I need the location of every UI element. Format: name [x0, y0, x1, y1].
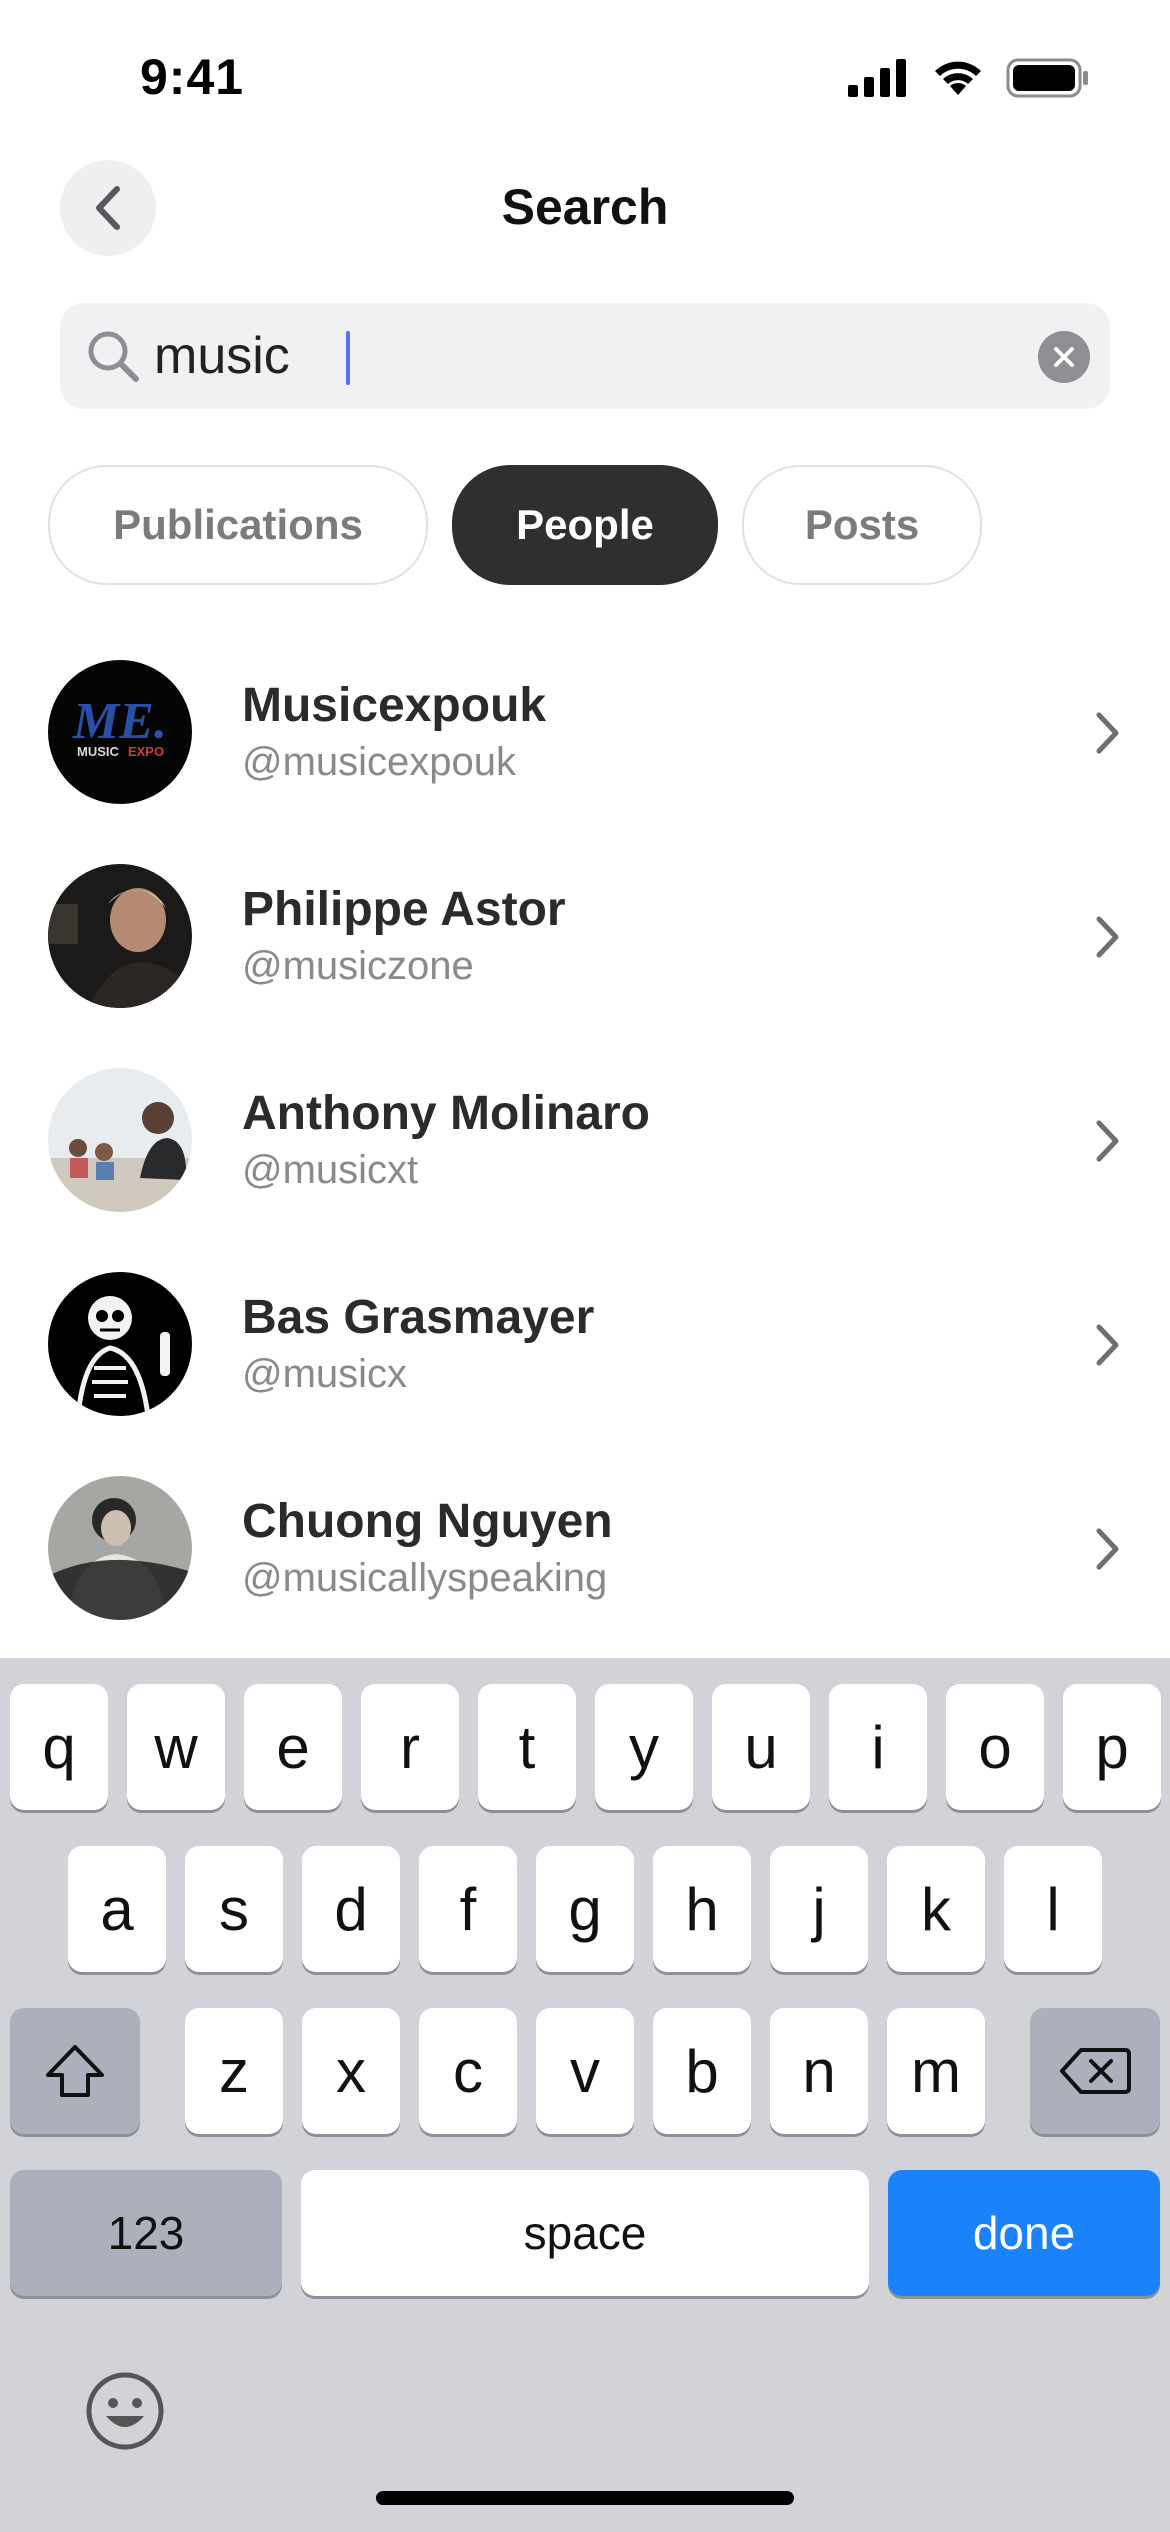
- keyboard: q w e r t y u i o p a s d f g h j k l z …: [0, 1658, 1170, 2532]
- chevron-right-icon: [1096, 916, 1119, 958]
- avatar: [48, 1068, 192, 1212]
- wifi-icon: [935, 61, 981, 95]
- result-name: Chuong Nguyen: [242, 1495, 613, 1548]
- list-item[interactable]: Chuong Nguyen @musicallyspeaking: [0, 1476, 1170, 1680]
- filter-tabs: Publications People Posts: [48, 465, 982, 585]
- key-r[interactable]: r: [361, 1684, 459, 1810]
- key-i[interactable]: i: [829, 1684, 927, 1810]
- key-p[interactable]: p: [1063, 1684, 1161, 1810]
- list-item[interactable]: Anthony Molinaro @musicxt: [0, 1068, 1170, 1272]
- key-g[interactable]: g: [536, 1846, 634, 1972]
- result-handle: @musicxt: [242, 1148, 419, 1192]
- avatar: [48, 1272, 192, 1416]
- backspace-icon: [1060, 2048, 1131, 2094]
- done-key[interactable]: done: [888, 2170, 1160, 2296]
- key-l[interactable]: l: [1004, 1846, 1102, 1972]
- result-handle: @musiczone: [242, 944, 474, 988]
- key-c[interactable]: c: [419, 2008, 517, 2134]
- key-a[interactable]: a: [68, 1846, 166, 1972]
- emoji-button[interactable]: [84, 2370, 166, 2452]
- space-key[interactable]: space: [301, 2170, 869, 2296]
- status-bar: 9:41: [0, 0, 1170, 150]
- numbers-key[interactable]: 123: [10, 2170, 282, 2296]
- chevron-right-icon: [1096, 1324, 1119, 1366]
- list-item[interactable]: Bas Grasmayer @musicx: [0, 1272, 1170, 1476]
- avatar-logo-text: ME.: [72, 693, 167, 750]
- battery-icon: [1006, 58, 1088, 98]
- clear-circle-icon: [1054, 347, 1074, 367]
- key-u[interactable]: u: [712, 1684, 810, 1810]
- key-x[interactable]: x: [302, 2008, 400, 2134]
- status-time: 9:41: [140, 49, 245, 105]
- list-item[interactable]: Philippe Astor @musiczone: [0, 864, 1170, 1068]
- page-title: Search: [501, 179, 669, 235]
- tab-posts[interactable]: Posts: [742, 465, 982, 585]
- search-input[interactable]: [154, 319, 994, 393]
- avatar: ME. MUSIC EXPO: [48, 660, 192, 804]
- result-handle: @musicallyspeaking: [242, 1556, 608, 1600]
- key-o[interactable]: o: [946, 1684, 1044, 1810]
- result-name: Philippe Astor: [242, 883, 566, 936]
- key-h[interactable]: h: [653, 1846, 751, 1972]
- avatar-logo-music: MUSIC: [77, 744, 120, 759]
- key-z[interactable]: z: [185, 2008, 283, 2134]
- home-indicator: [376, 2491, 794, 2505]
- key-w[interactable]: w: [127, 1684, 225, 1810]
- key-q[interactable]: q: [10, 1684, 108, 1810]
- key-s[interactable]: s: [185, 1846, 283, 1972]
- signal-icon: [848, 59, 906, 97]
- result-name: Bas Grasmayer: [242, 1291, 595, 1344]
- list-item[interactable]: ME. MUSIC EXPO Musicexpouk @musicexpouk: [0, 660, 1170, 864]
- chevron-right-icon: [1096, 712, 1119, 754]
- delete-key[interactable]: [1030, 2008, 1160, 2134]
- results-list: ME. MUSIC EXPO Musicexpouk @musicexpouk: [0, 660, 1170, 1680]
- avatar: [48, 864, 192, 1008]
- shift-icon: [46, 2045, 104, 2097]
- key-y[interactable]: y: [595, 1684, 693, 1810]
- key-f[interactable]: f: [419, 1846, 517, 1972]
- key-k[interactable]: k: [887, 1846, 985, 1972]
- key-d[interactable]: d: [302, 1846, 400, 1972]
- key-v[interactable]: v: [536, 2008, 634, 2134]
- result-name: Anthony Molinaro: [242, 1087, 650, 1140]
- key-b[interactable]: b: [653, 2008, 751, 2134]
- result-handle: @musicexpouk: [242, 740, 517, 784]
- shift-key[interactable]: [10, 2008, 140, 2134]
- search-icon: [88, 331, 139, 382]
- key-j[interactable]: j: [770, 1846, 868, 1972]
- screen: 9:41 Search music Publications People Po…: [0, 0, 1170, 2532]
- clear-search-button[interactable]: [1038, 331, 1090, 383]
- chevron-right-icon: [1096, 1528, 1119, 1570]
- result-name: Musicexpouk: [242, 679, 547, 732]
- search-bar[interactable]: [60, 303, 1110, 409]
- key-n[interactable]: n: [770, 2008, 868, 2134]
- key-t[interactable]: t: [478, 1684, 576, 1810]
- tab-people[interactable]: People: [452, 465, 718, 585]
- emoji-icon: [86, 2372, 164, 2450]
- chevron-right-icon: [1096, 1120, 1119, 1162]
- status-icons: [848, 58, 1090, 98]
- tab-publications[interactable]: Publications: [48, 465, 428, 585]
- key-e[interactable]: e: [244, 1684, 342, 1810]
- key-m[interactable]: m: [887, 2008, 985, 2134]
- text-caret: [346, 331, 350, 385]
- avatar: [48, 1476, 192, 1620]
- avatar-logo-expo: EXPO: [128, 744, 164, 759]
- result-handle: @musicx: [242, 1352, 408, 1396]
